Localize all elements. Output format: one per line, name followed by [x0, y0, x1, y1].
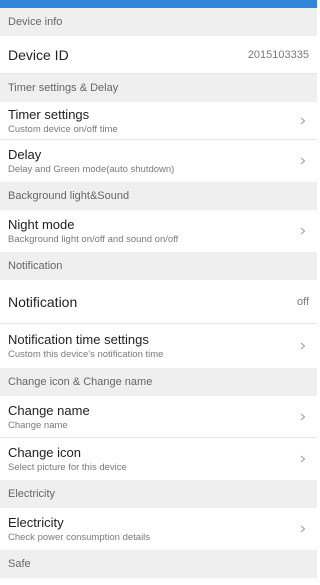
delay-title: Delay [8, 147, 42, 162]
notification-time-subtitle: Custom this device's notification time [8, 349, 164, 360]
section-header-change: Change icon & Change name [0, 368, 317, 396]
notification-title: Notification [8, 293, 78, 310]
chevron-right-icon [297, 453, 309, 465]
device-id-label: Device ID [8, 46, 69, 63]
change-icon-title: Change icon [8, 445, 81, 460]
chevron-right-icon [297, 115, 309, 127]
notification-time-title: Notification time settings [8, 332, 149, 347]
section-label: Electricity [8, 488, 56, 500]
section-label: Device info [8, 16, 63, 28]
section-header-safe: Safe [0, 550, 317, 578]
section-header-device-info: Device info [0, 8, 317, 36]
night-mode-row[interactable]: Night mode Background light on/off and s… [0, 210, 317, 252]
section-label: Safe [8, 558, 31, 570]
delay-subtitle: Delay and Green mode(auto shutdown) [8, 164, 175, 175]
timer-settings-subtitle: Custom device on/off time [8, 123, 118, 135]
timer-settings-title: Timer settings [8, 106, 90, 122]
change-icon-subtitle: Select picture for this device [8, 462, 127, 473]
electricity-row[interactable]: Electricity Check power consumption deta… [0, 508, 317, 550]
chevron-right-icon [297, 523, 309, 535]
change-name-row[interactable]: Change name Change name [0, 396, 317, 438]
section-header-notification: Notification [0, 252, 317, 280]
section-label: Notification [8, 260, 63, 272]
night-mode-subtitle: Background light on/off and sound on/off [8, 234, 179, 245]
section-label: Change icon & Change name [8, 376, 153, 388]
notification-time-row[interactable]: Notification time settings Custom this d… [0, 324, 317, 368]
section-header-background: Background light&Sound [0, 182, 317, 210]
top-accent-bar [0, 0, 317, 8]
chevron-right-icon [297, 225, 309, 237]
timer-settings-row[interactable]: Timer settings Custom device on/off time [0, 102, 317, 140]
electricity-subtitle: Check power consumption details [8, 532, 151, 543]
delay-row[interactable]: Delay Delay and Green mode(auto shutdown… [0, 140, 317, 182]
section-label: Timer settings & Delay [8, 82, 119, 94]
section-header-electricity: Electricity [0, 480, 317, 508]
section-header-timer-delay: Timer settings & Delay [0, 74, 317, 102]
device-id-value: 2015103335 [247, 48, 309, 61]
chevron-right-icon [297, 155, 309, 167]
notification-value: off [296, 295, 309, 308]
chevron-right-icon [297, 411, 309, 423]
notification-row[interactable]: Notification off [0, 280, 317, 324]
change-icon-row[interactable]: Change icon Select picture for this devi… [0, 438, 317, 480]
change-name-title: Change name [8, 402, 90, 418]
section-label: Background light&Sound [8, 190, 130, 202]
chevron-right-icon [297, 340, 309, 352]
night-mode-title: Night mode [8, 217, 75, 232]
device-id-row: Device ID 2015103335 [0, 36, 317, 74]
change-name-subtitle: Change name [8, 419, 68, 431]
electricity-title: Electricity [8, 515, 64, 530]
